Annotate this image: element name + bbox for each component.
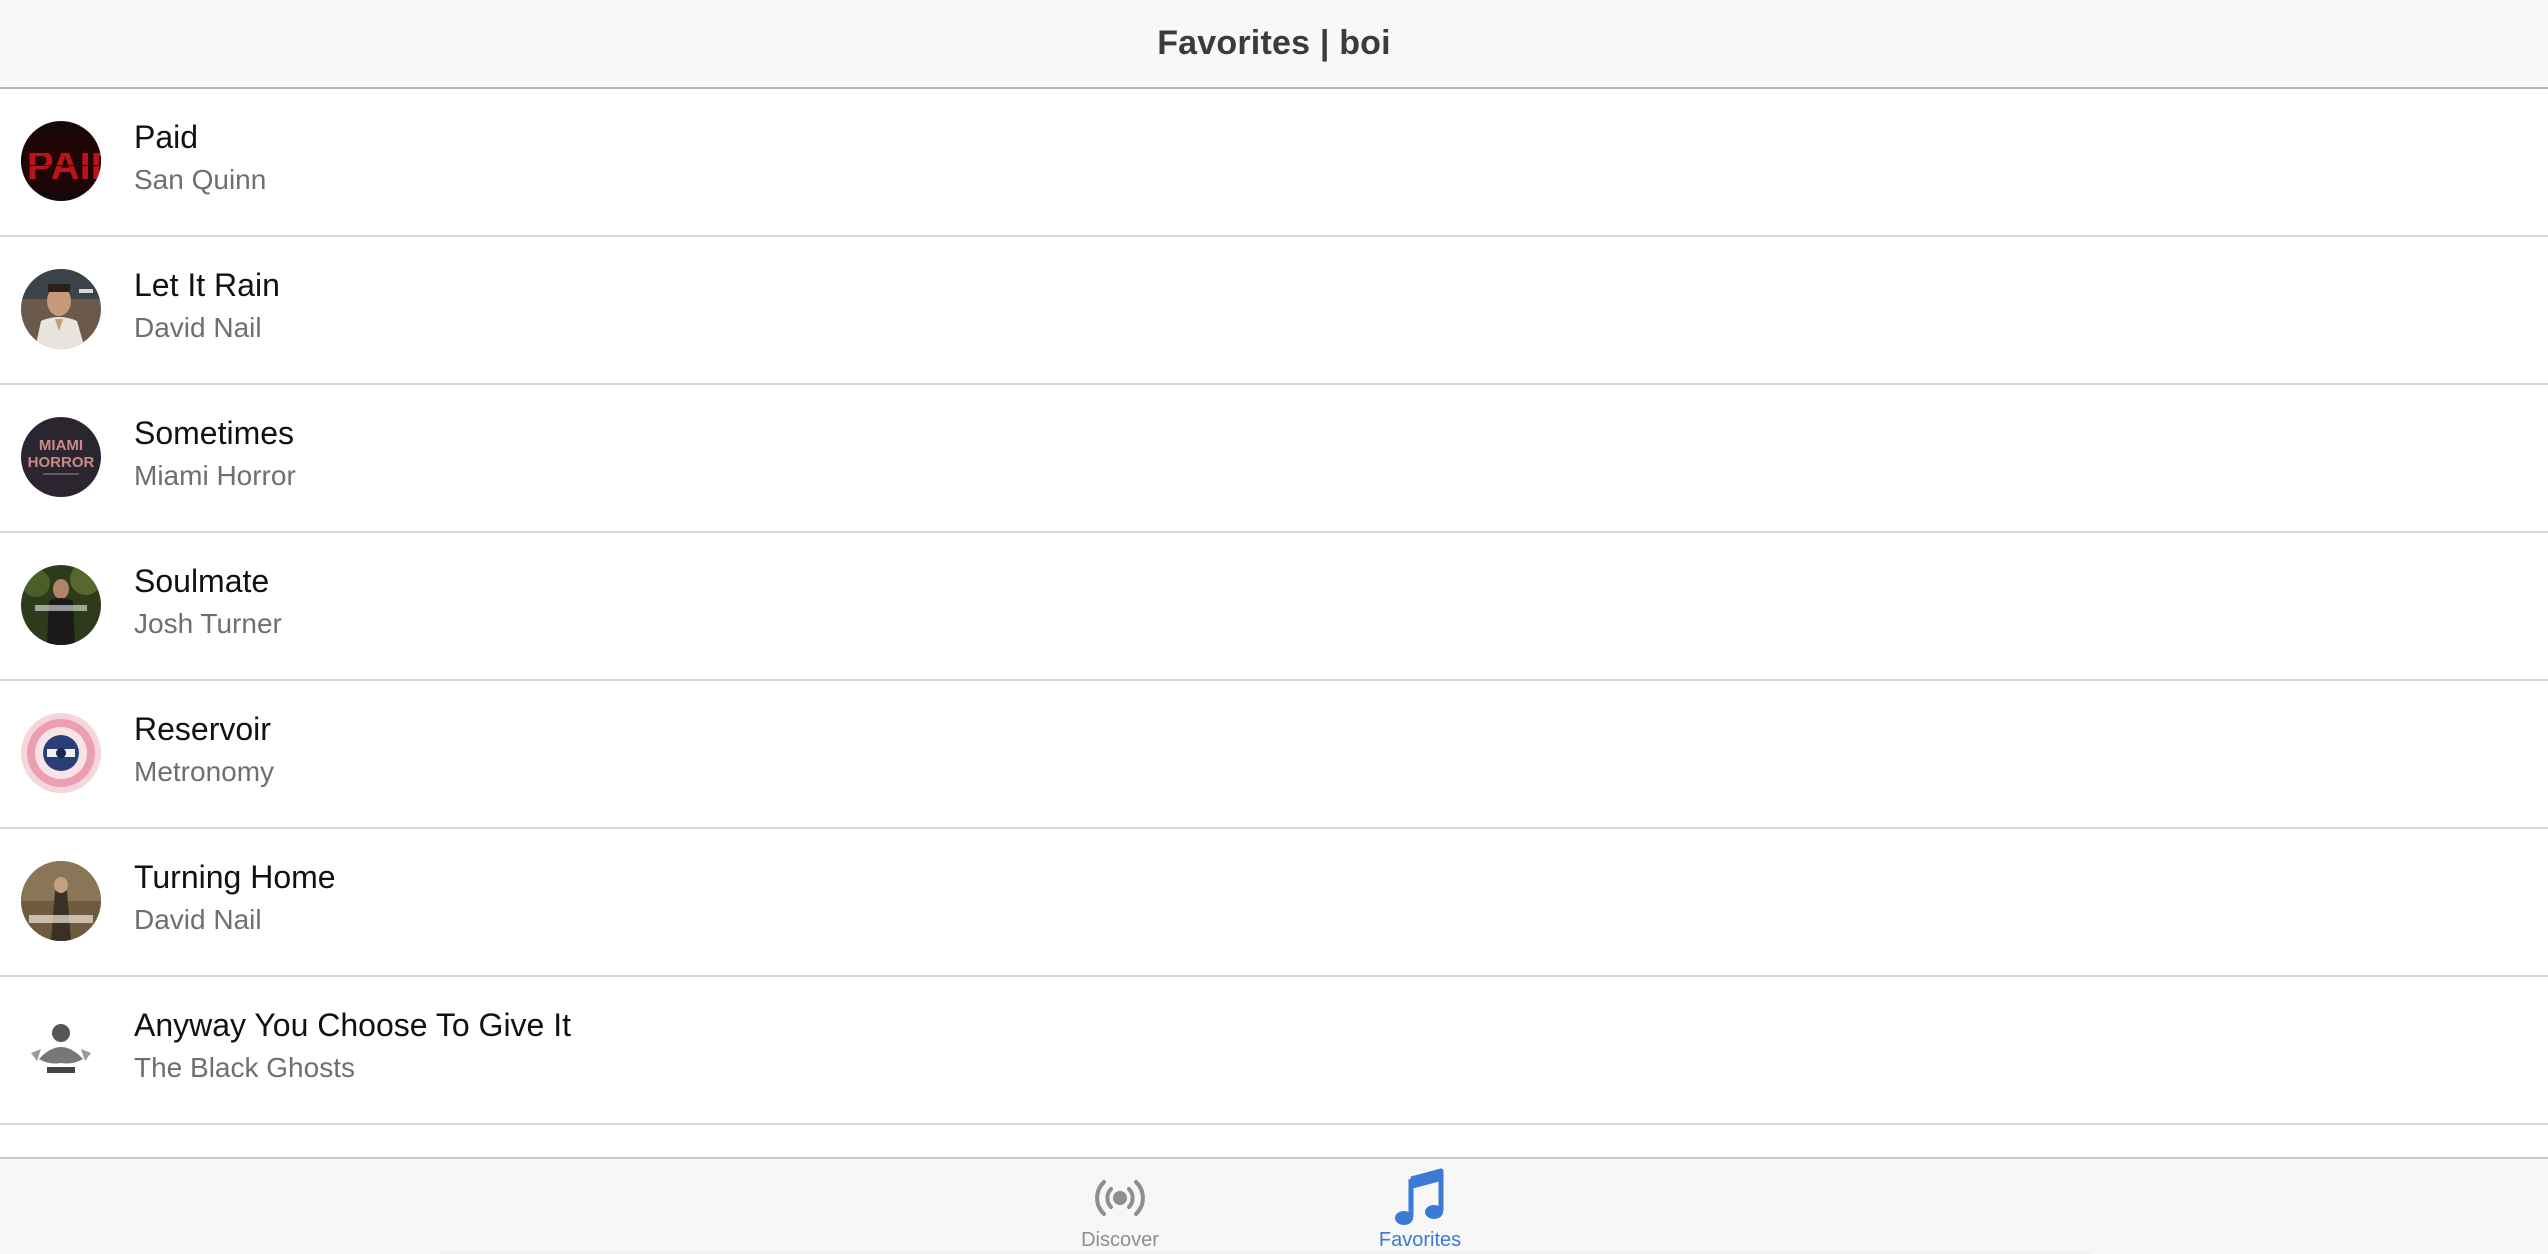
tab-label: Discover: [1081, 1229, 1159, 1251]
song-title: Let It Rain: [134, 267, 280, 303]
song-info: Sometimes Miami Horror: [134, 413, 296, 496]
tab-label: Favorites: [1378, 1229, 1462, 1251]
list-item-partial[interactable]: [0, 1125, 2548, 1155]
song-info: Anyway You Choose To Give It The Black G…: [134, 1005, 571, 1088]
song-info: Let It Rain David Nail: [134, 265, 280, 348]
list-item-song[interactable]: MIAMI HORROR Sometimes Miami Horror: [0, 385, 2548, 533]
album-art-thumbnail: MIAMI HORROR: [21, 417, 101, 497]
song-artist: David Nail: [134, 904, 262, 935]
song-title: Paid: [134, 119, 199, 155]
favorites-list[interactable]: PAID Paid San Quinn: [0, 89, 2548, 1155]
album-art-thumbnail: [21, 269, 101, 349]
list-item-song[interactable]: Turning Home David Nail: [0, 829, 2548, 977]
nav-bar: Favorites | boi: [0, 0, 2548, 89]
list-item-song[interactable]: Anyway You Choose To Give It The Black G…: [0, 977, 2548, 1125]
tab-bar: Discover Favorites: [0, 1157, 2548, 1254]
list-item-song[interactable]: PAID Paid San Quinn: [0, 89, 2548, 237]
app-window: Favorites | boi PAID Paid San Quinn: [0, 0, 2548, 1254]
tab-discover[interactable]: Discover: [1040, 1159, 1200, 1254]
list-item-song[interactable]: Let It Rain David Nail: [0, 237, 2548, 385]
song-title: Anyway You Choose To Give It: [134, 1007, 572, 1043]
music-note-icon: [1389, 1167, 1451, 1229]
svg-text:MIAMI: MIAMI: [39, 437, 83, 454]
album-art-thumbnail: [21, 861, 101, 941]
song-title: Reservoir: [134, 711, 271, 747]
song-info: Paid San Quinn: [134, 117, 266, 200]
song-info: Soulmate Josh Turner: [134, 561, 282, 644]
album-art-thumbnail: [21, 1009, 101, 1089]
broadcast-icon: [1089, 1167, 1151, 1229]
song-title: Soulmate: [134, 563, 270, 599]
page-title: Favorites | boi: [1157, 24, 1391, 62]
song-info: Reservoir Metronomy: [134, 709, 274, 792]
song-artist: San Quinn: [134, 164, 267, 195]
song-artist: Metronomy: [134, 756, 275, 787]
album-art-thumbnail: [21, 713, 101, 793]
list-item-song[interactable]: Soulmate Josh Turner: [0, 533, 2548, 681]
song-title: Sometimes: [134, 415, 295, 451]
svg-text:HORROR: HORROR: [28, 454, 95, 471]
song-info: Turning Home David Nail: [134, 857, 336, 940]
tab-favorites[interactable]: Favorites: [1340, 1159, 1500, 1254]
song-title: Turning Home: [134, 859, 336, 895]
album-art-thumbnail: PAID: [21, 121, 101, 201]
album-art-thumbnail: [21, 565, 101, 645]
song-artist: David Nail: [134, 312, 262, 343]
song-artist: Miami Horror: [134, 460, 296, 491]
list-item-song[interactable]: Reservoir Metronomy: [0, 681, 2548, 829]
song-artist: Josh Turner: [134, 608, 282, 639]
song-artist: The Black Ghosts: [134, 1052, 355, 1083]
